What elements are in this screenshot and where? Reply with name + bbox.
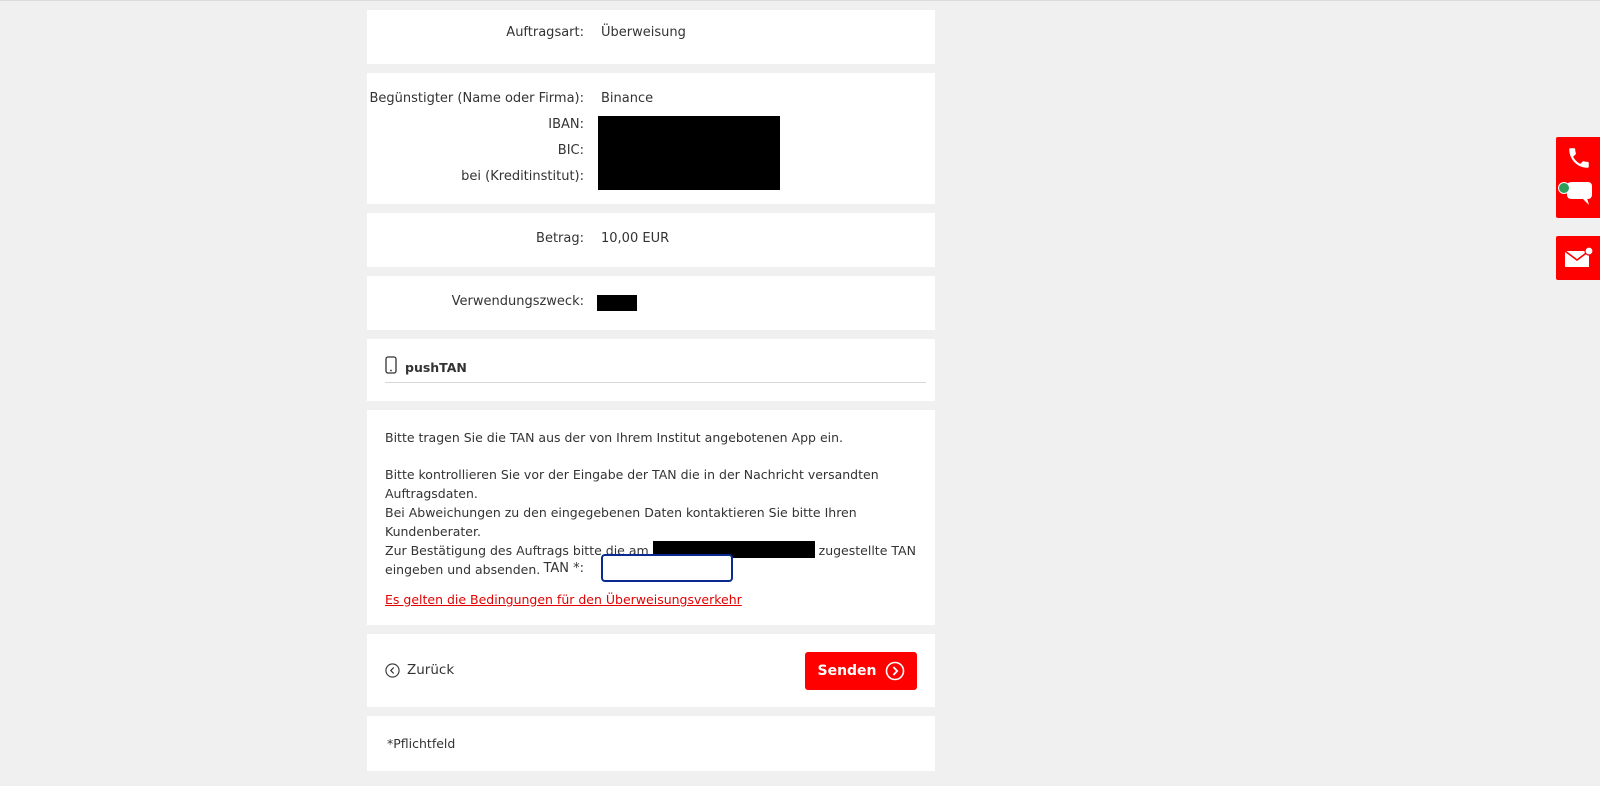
amount-label: Betrag:: [536, 231, 584, 246]
tan-label: TAN *:: [543, 561, 584, 576]
footer-card: *Pflichtfeld: [367, 716, 935, 771]
tan-method-label: pushTAN: [405, 359, 467, 375]
order-type-value: Überweisung: [601, 25, 686, 40]
tan-entry-card: Bitte tragen Sie die TAN aus der von Ihr…: [367, 410, 935, 625]
purpose-label: Verwendungszweck:: [451, 294, 584, 309]
order-type-label: Auftragsart:: [506, 25, 584, 40]
chevron-right-circle-icon: [885, 661, 905, 681]
instruction-text-3: Bei Abweichungen zu den eingegebenen Dat…: [385, 505, 857, 539]
back-label: Zurück: [407, 662, 455, 678]
terms-link[interactable]: Es gelten die Bedingungen für den Überwe…: [385, 592, 742, 607]
tan-method-card: pushTAN: [367, 339, 935, 401]
transfer-confirmation: Auftragsart: Überweisung Begünstigter (N…: [367, 10, 935, 780]
smartphone-icon: [385, 356, 397, 378]
required-field-note: *Pflichtfeld: [387, 736, 456, 751]
tan-input[interactable]: [601, 554, 733, 582]
amount-value: 10,00 EUR: [601, 231, 670, 246]
purpose-card: Verwendungszweck:: [367, 276, 935, 330]
online-status-dot: [1558, 182, 1570, 194]
order-type-card: Auftragsart: Überweisung: [367, 10, 935, 64]
beneficiary-card: Begünstigter (Name oder Firma): Binance …: [367, 73, 935, 204]
contact-widget: [1556, 137, 1600, 218]
mail-widget[interactable]: [1556, 236, 1600, 280]
instruction-text-2: Bitte kontrollieren Sie vor der Eingabe …: [385, 467, 879, 501]
mail-icon: [1564, 246, 1594, 273]
actions-card: Zurück Senden: [367, 634, 935, 707]
chevron-left-circle-icon: [385, 662, 400, 678]
instruction-text-1: Bitte tragen Sie die TAN aus der von Ihr…: [385, 430, 844, 445]
bic-label: BIC:: [557, 143, 584, 158]
bank-label: bei (Kreditinstitut):: [461, 169, 584, 184]
send-button[interactable]: Senden: [805, 652, 917, 690]
top-border: [0, 0, 1600, 1]
tan-method-divider: [385, 382, 926, 383]
back-button[interactable]: Zurück: [385, 662, 454, 678]
iban-label: IBAN:: [548, 117, 584, 132]
beneficiary-name-label: Begünstigter (Name oder Firma):: [369, 91, 584, 106]
send-label: Senden: [817, 663, 877, 679]
beneficiary-name-value: Binance: [601, 91, 654, 106]
amount-card: Betrag: 10,00 EUR: [367, 213, 935, 267]
redacted-bank-details: [598, 116, 780, 190]
redacted-purpose: [597, 295, 637, 311]
phone-icon[interactable]: [1566, 145, 1592, 175]
